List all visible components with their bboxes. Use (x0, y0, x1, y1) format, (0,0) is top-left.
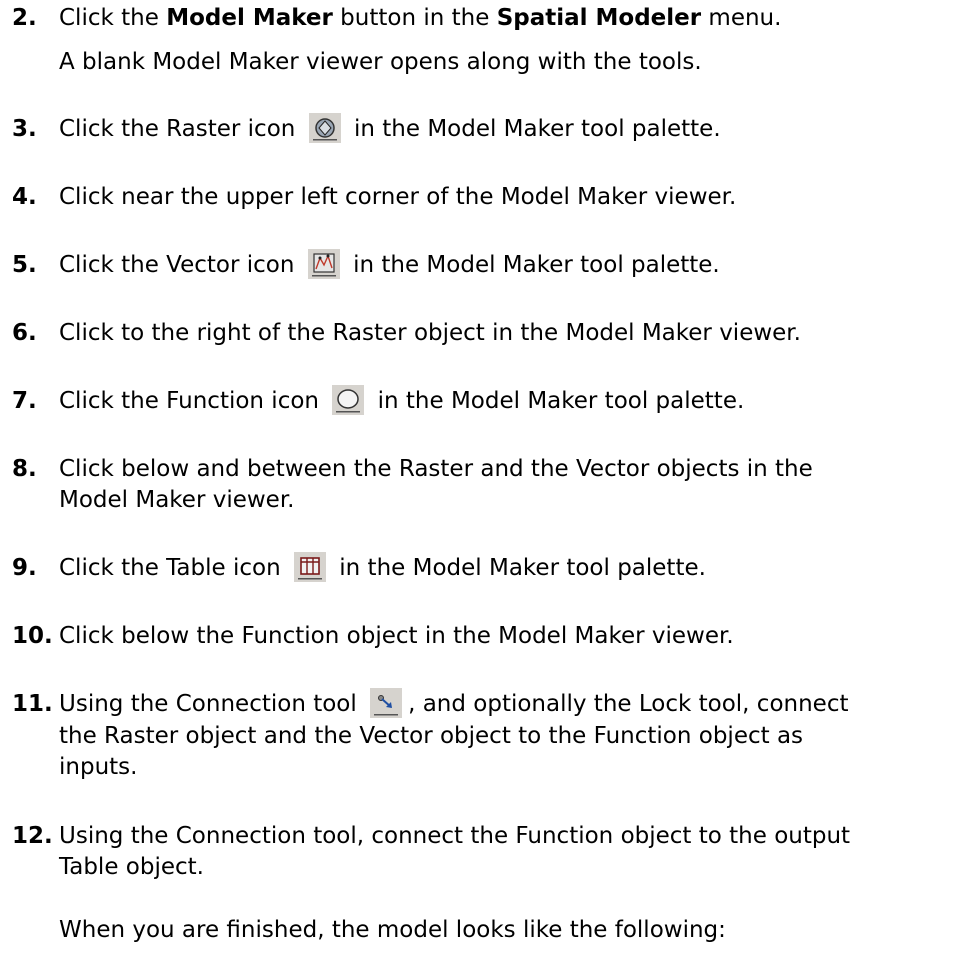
step-text: the Raster object and the Vector object … (59, 723, 804, 749)
step-text: Using the Connection tool (59, 691, 357, 717)
step-text: Click below and between the Raster and t… (59, 456, 813, 482)
raster-icon (308, 113, 341, 143)
step-text: Click the Raster icon (59, 116, 296, 142)
step-text: Click the Function icon (59, 388, 319, 414)
step-number: 8. (12, 456, 37, 482)
step-number: 9. (12, 555, 37, 581)
step-number: 3. (12, 116, 37, 142)
step-text: inputs. (59, 754, 138, 780)
step-text: menu. (701, 5, 782, 31)
step-number: 6. (12, 320, 37, 346)
step-number: 4. (12, 184, 37, 210)
step-text: Click the Table icon (59, 555, 281, 581)
spatial-modeler-label: Spatial Modeler (496, 5, 702, 31)
step-text: in the Model Maker tool palette. (339, 555, 706, 581)
step-number: 7. (12, 388, 37, 414)
step-number: 11. (12, 691, 53, 717)
step-text: button in the (332, 5, 497, 31)
table-icon (293, 552, 326, 582)
step-text: Click below the Function object in the M… (59, 623, 734, 649)
step-text: in the Model Maker tool palette. (353, 252, 720, 278)
step-text: Click to the right of the Raster object … (59, 320, 801, 346)
step-text: in the Model Maker tool palette. (353, 116, 721, 142)
step-number: 2. (12, 5, 37, 31)
step-12-result: When you are finished, the model looks l… (59, 917, 726, 943)
model-maker-label: Model Maker (166, 5, 333, 31)
step-number: 5. (12, 252, 37, 278)
step-text: Click the (59, 5, 167, 31)
vector-icon (307, 249, 340, 279)
step-text: , and optionally the Lock tool, connect (408, 691, 849, 717)
function-icon (332, 385, 365, 415)
connection-icon (370, 688, 403, 718)
step-text: Click the Vector icon (59, 252, 295, 278)
step-text: Table object. (59, 854, 204, 880)
step-number: 10. (12, 623, 53, 649)
step-number: 12. (12, 823, 53, 849)
step-2-result: A blank Model Maker viewer opens along w… (59, 49, 702, 75)
step-text: in the Model Maker tool palette. (377, 388, 745, 414)
step-text: Click near the upper left corner of the … (59, 184, 737, 210)
step-text: Using the Connection tool, connect the F… (59, 823, 851, 849)
step-text: Model Maker viewer. (59, 487, 295, 513)
